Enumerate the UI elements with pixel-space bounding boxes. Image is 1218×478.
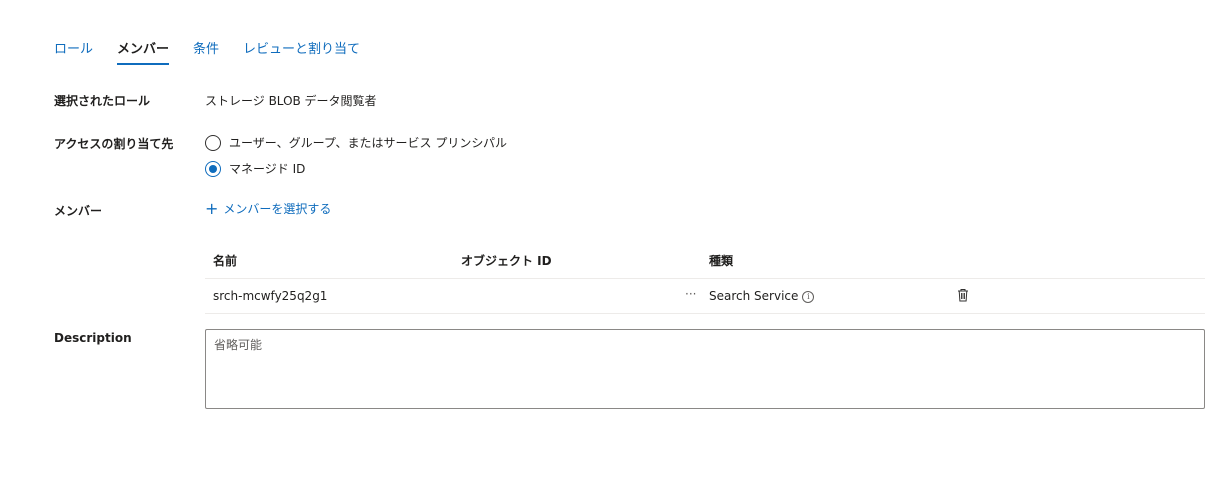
- tab-review-assign[interactable]: レビューと割り当て: [243, 34, 360, 65]
- selected-role-value: ストレージ BLOB データ閲覧者: [205, 94, 377, 108]
- description-label: Description: [54, 331, 132, 345]
- member-type: Search Service i: [709, 289, 815, 303]
- radio-managed-identity-label: マネージド ID: [229, 162, 306, 176]
- table-row: srch-mcwfy25q2g1 ··· Search Service i: [205, 279, 1205, 314]
- radio-managed-identity[interactable]: マネージド ID: [205, 160, 305, 177]
- member-type-label: Search Service: [709, 289, 799, 303]
- tab-members[interactable]: メンバー: [117, 34, 170, 65]
- radio-unchecked-icon: [205, 134, 221, 151]
- select-members-link[interactable]: + メンバーを選択する: [205, 200, 331, 217]
- select-members-label: メンバーを選択する: [223, 202, 332, 216]
- tab-role[interactable]: ロール: [54, 34, 93, 65]
- info-icon[interactable]: i: [802, 290, 815, 303]
- members-table: 名前 オブジェクト ID 種類 srch-mcwfy25q2g1 ··· Sea…: [205, 244, 1205, 314]
- column-header-name: 名前: [213, 254, 238, 268]
- radio-user-group-sp-label: ユーザー、グループ、またはサービス プリンシパル: [229, 136, 508, 150]
- member-name: srch-mcwfy25q2g1: [213, 289, 328, 303]
- tab-bar: ロール メンバー 条件 レビューと割り当て: [54, 34, 384, 65]
- assign-access-label: アクセスの割り当て先: [54, 137, 174, 151]
- selected-role-label: 選択されたロール: [54, 94, 151, 108]
- description-input[interactable]: [205, 329, 1205, 409]
- plus-icon: +: [205, 198, 219, 218]
- tab-conditions[interactable]: 条件: [193, 34, 219, 65]
- delete-icon[interactable]: [957, 287, 969, 306]
- column-header-object-id: オブジェクト ID: [461, 254, 552, 268]
- radio-checked-icon: [205, 160, 221, 177]
- column-header-type: 種類: [709, 254, 734, 268]
- radio-user-group-sp[interactable]: ユーザー、グループ、またはサービス プリンシパル: [205, 134, 507, 151]
- table-header: 名前 オブジェクト ID 種類: [205, 244, 1205, 279]
- members-label: メンバー: [54, 204, 103, 218]
- object-id-ellipsis[interactable]: ···: [685, 287, 696, 301]
